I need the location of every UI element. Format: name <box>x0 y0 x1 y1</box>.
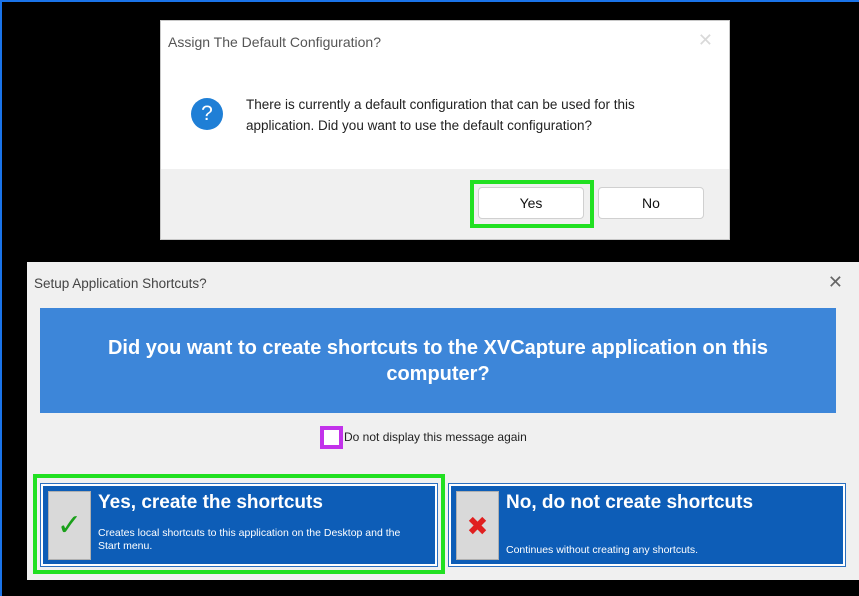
checkmark-icon: ✓ <box>56 508 83 542</box>
dialog-footer: Yes No <box>161 169 729 239</box>
nocreate-button-description: Continues without creating any shortcuts… <box>506 544 699 556</box>
yes-button[interactable]: Yes <box>478 187 584 219</box>
close-icon[interactable]: ✕ <box>828 273 843 291</box>
nocreate-button-heading: No, do not create shortcuts <box>506 492 754 513</box>
no-button[interactable]: No <box>598 187 704 219</box>
dialog-title: Assign The Default Configuration? <box>168 34 381 50</box>
create-shortcuts-button[interactable]: ✓ Yes, create the shortcuts Creates loca… <box>40 483 438 567</box>
dialog-titlebar: Assign The Default Configuration? ✕ <box>161 21 729 65</box>
x-mark-icon-box: ✖ <box>456 491 499 560</box>
x-mark-icon: ✖ <box>466 510 489 541</box>
do-not-display-checkbox[interactable] <box>320 426 343 449</box>
create-button-description: Creates local shortcuts to this applicat… <box>98 527 401 552</box>
dialog-title: Setup Application Shortcuts? <box>34 276 207 291</box>
create-button-heading: Yes, create the shortcuts <box>98 492 323 513</box>
close-icon[interactable]: ✕ <box>698 31 713 49</box>
setup-shortcuts-dialog: Setup Application Shortcuts? ✕ Did you w… <box>27 262 859 580</box>
question-banner: Did you want to create shortcuts to the … <box>40 308 836 413</box>
do-not-create-shortcuts-button[interactable]: ✖ No, do not create shortcuts Continues … <box>448 483 846 567</box>
checkmark-icon-box: ✓ <box>48 491 91 560</box>
do-not-display-label[interactable]: Do not display this message again <box>344 430 527 444</box>
assign-default-configuration-dialog: Assign The Default Configuration? ✕ ? Th… <box>160 20 730 240</box>
dialog-message: There is currently a default configurati… <box>246 97 635 133</box>
question-icon: ? <box>191 98 223 130</box>
banner-text: Did you want to create shortcuts to the … <box>107 336 769 385</box>
